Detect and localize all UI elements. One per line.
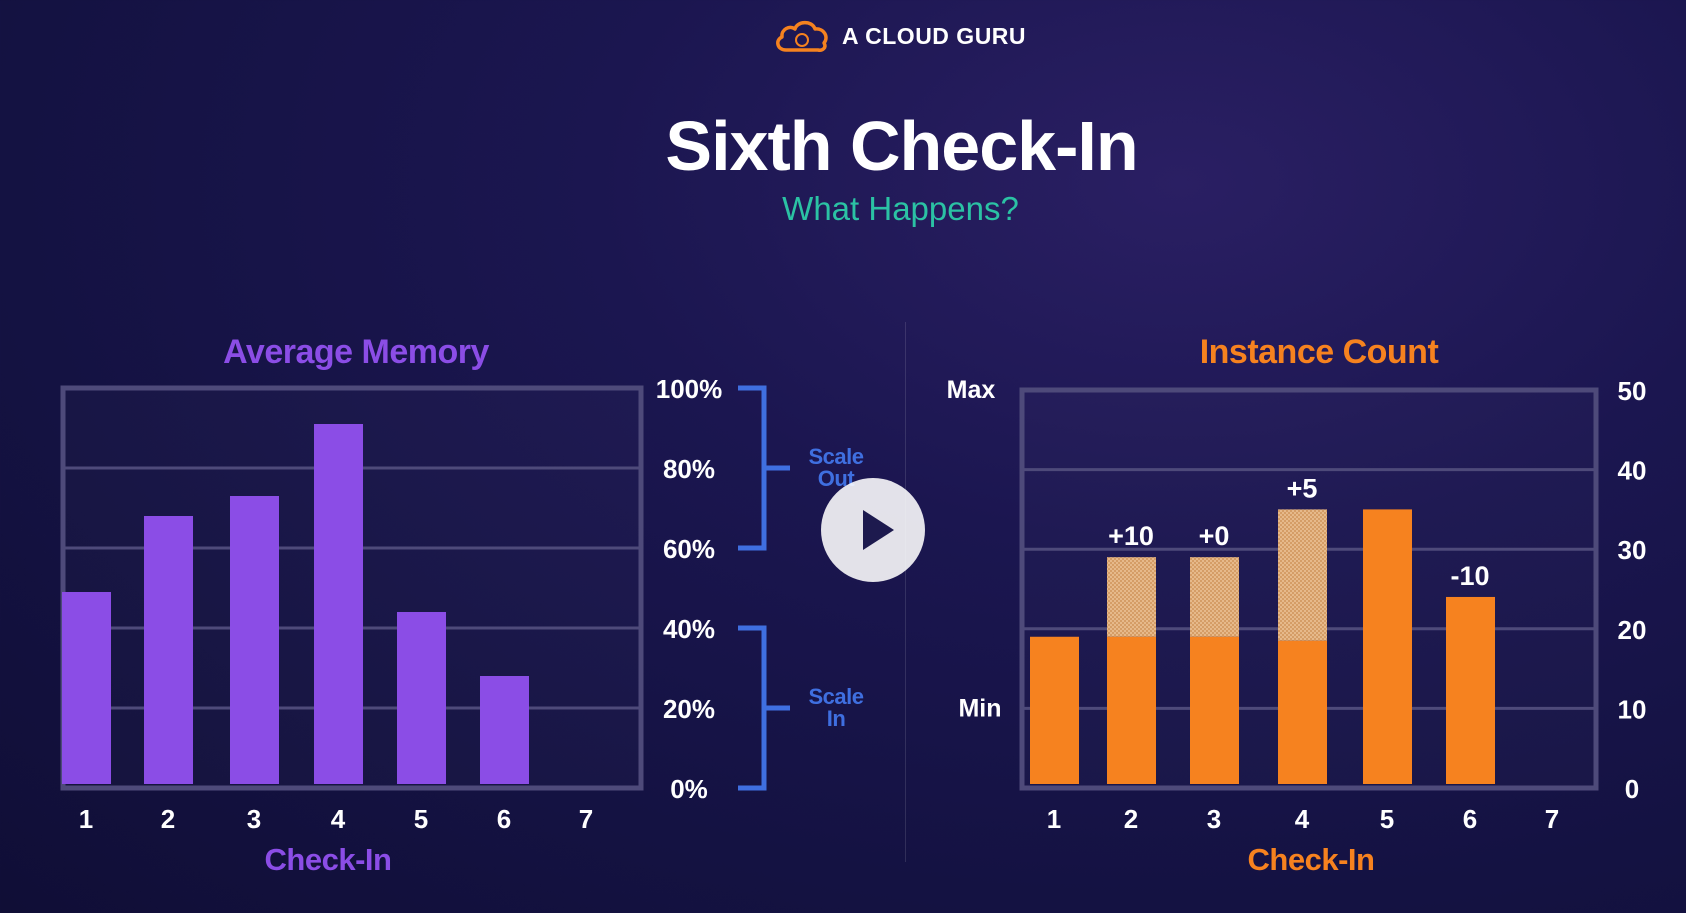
memory-y-tick: 60% (663, 534, 715, 564)
instance-x-tick: 6 (1463, 804, 1477, 834)
memory-y-tick: 20% (663, 694, 715, 724)
scale-out-bracket (738, 385, 790, 551)
instance-x-tick: 5 (1380, 804, 1394, 834)
memory-chart-title: Average Memory (223, 333, 489, 371)
memory-bar (230, 496, 279, 784)
instance-change-bar (1278, 509, 1327, 641)
instance-y-tick: 0 (1625, 774, 1639, 804)
charts-canvas: Average Memory 0% 20% 40% 60% 80% 100% 1 2 3 4 5 6 7 C… (60, 333, 1647, 877)
instance-bar (1278, 640, 1327, 784)
instance-chart-title: Instance Count (1200, 333, 1439, 371)
memory-x-tick: 3 (247, 804, 261, 834)
instance-bar (1107, 636, 1156, 784)
scale-in-bracket (738, 625, 790, 791)
play-button[interactable] (821, 478, 925, 582)
memory-x-tick: 7 (579, 804, 593, 834)
memory-bar (314, 424, 363, 784)
memory-x-tick: 6 (497, 804, 511, 834)
memory-bar (397, 612, 446, 784)
memory-x-tick: 4 (331, 804, 346, 834)
memory-y-tick: 100% (656, 374, 723, 404)
memory-y-tick: 0% (670, 774, 708, 804)
instance-y-tick: 30 (1618, 535, 1647, 565)
memory-bar (480, 676, 529, 784)
instance-x-tick: 2 (1124, 804, 1138, 834)
instance-x-tick: 3 (1207, 804, 1221, 834)
scale-in-label: In (827, 706, 846, 731)
memory-x-tick: 1 (79, 804, 93, 834)
instance-x-label: Check-In (1248, 842, 1375, 877)
memory-x-tick: 2 (161, 804, 175, 834)
memory-x-label: Check-In (265, 842, 392, 877)
instance-change-bar (1107, 557, 1156, 637)
memory-x-tick: 5 (414, 804, 428, 834)
instance-y-tick: 50 (1618, 376, 1647, 406)
max-limit-label: Max (947, 376, 996, 404)
min-limit-label: Min (958, 694, 1001, 722)
play-icon (863, 510, 894, 550)
memory-y-tick: 80% (663, 454, 715, 484)
instance-change-label: +0 (1199, 521, 1230, 551)
instance-bar (1190, 636, 1239, 784)
instance-change-bar (1190, 557, 1239, 637)
instance-change-label: -10 (1450, 561, 1489, 591)
instance-change-label: +5 (1287, 473, 1318, 503)
instance-y-tick: 40 (1618, 456, 1647, 486)
instance-bar (1446, 596, 1495, 784)
instance-x-tick: 1 (1047, 804, 1061, 834)
instance-y-tick: 10 (1618, 694, 1647, 724)
memory-bar (62, 592, 111, 784)
instance-x-tick: 7 (1545, 804, 1559, 834)
instance-x-tick: 4 (1295, 804, 1310, 834)
instance-change-label: +10 (1108, 521, 1154, 551)
instance-y-tick: 20 (1618, 615, 1647, 645)
memory-y-tick: 40% (663, 614, 715, 644)
instance-bar (1030, 636, 1079, 784)
memory-bar (144, 516, 193, 784)
instance-bar (1363, 509, 1412, 784)
